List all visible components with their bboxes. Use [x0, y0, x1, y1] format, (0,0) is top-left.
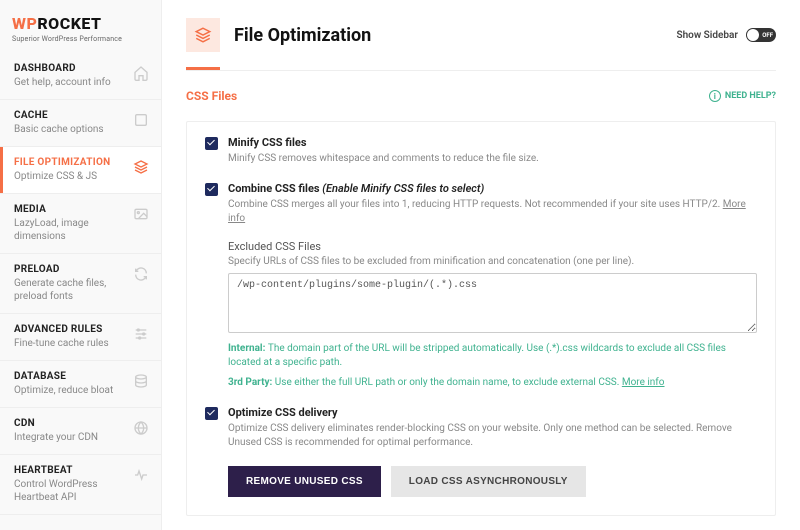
remove-unused-css-button[interactable]: REMOVE UNUSED CSS [228, 466, 381, 497]
nav-cache[interactable]: CACHE Basic cache options [0, 100, 161, 147]
load-css-async-button[interactable]: LOAD CSS ASYNCHRONOUSLY [391, 466, 586, 497]
layers-icon [133, 112, 149, 128]
nav-sub: Basic cache options [14, 123, 127, 136]
third-more-info[interactable]: More info [622, 377, 665, 388]
need-help-label: NEED HELP? [725, 91, 776, 101]
nav-title: DATABASE [14, 371, 127, 382]
nav-sub: Integrate your CDN [14, 431, 127, 444]
nav-title: ADVANCED RULES [14, 324, 127, 335]
combine-title: Combine CSS files (Enable Minify CSS fil… [228, 182, 757, 195]
nav-advanced-rules[interactable]: ADVANCED RULES Fine-tune cache rules [0, 314, 161, 361]
optimize-buttons: REMOVE UNUSED CSS LOAD CSS ASYNCHRONOUSL… [228, 466, 757, 497]
nav-title: PRELOAD [14, 264, 127, 275]
optimize-desc: Optimize CSS delivery eliminates render-… [228, 422, 757, 450]
excluded-note-internal: Internal: The domain part of the URL wil… [228, 342, 757, 370]
nav-sub: Fine-tune cache rules [14, 337, 127, 350]
logo-tagline: Superior WordPress Performance [12, 35, 149, 43]
need-help-link[interactable]: i NEED HELP? [709, 90, 776, 102]
show-sidebar-toggle[interactable]: Show Sidebar OFF [676, 28, 776, 42]
logo-wp: WP [12, 14, 37, 33]
excluded-block: Excluded CSS Files Specify URLs of CSS f… [228, 240, 757, 390]
nav-media[interactable]: MEDIA LazyLoad, image dimensions [0, 194, 161, 254]
optimize-title: Optimize CSS delivery [228, 406, 757, 419]
excluded-label: Excluded CSS Files [228, 240, 757, 253]
nav-database[interactable]: DATABASE Optimize, reduce bloat [0, 361, 161, 408]
page-title: File Optimization [234, 25, 371, 46]
combine-desc: Combine CSS merges all your files into 1… [228, 198, 757, 226]
refresh-icon [133, 266, 149, 282]
options-panel: Minify CSS files Minify CSS removes whit… [186, 121, 776, 516]
excluded-note-third: 3rd Party: Use either the full URL path … [228, 376, 757, 390]
toggle-off-label: OFF [762, 32, 773, 39]
database-icon [133, 373, 149, 389]
show-sidebar-label: Show Sidebar [676, 30, 738, 41]
minify-css-option: Minify CSS files Minify CSS removes whit… [205, 136, 757, 166]
logo-rocket: ROCKET [37, 14, 101, 33]
heartbeat-icon [133, 467, 149, 483]
header-stack-icon [186, 18, 220, 52]
nav-sub: Optimize CSS & JS [14, 170, 127, 183]
optimize-css-option: Optimize CSS delivery Optimize CSS deliv… [205, 406, 757, 497]
nav-sub: Generate cache files, preload fonts [14, 277, 127, 303]
nav-title: DASHBOARD [14, 63, 127, 74]
home-icon [133, 65, 149, 81]
image-icon [133, 206, 149, 222]
nav-preload[interactable]: PRELOAD Generate cache files, preload fon… [0, 254, 161, 314]
excluded-textarea[interactable] [228, 273, 757, 333]
optimize-checkbox[interactable] [205, 407, 218, 420]
nav-title: MEDIA [14, 204, 127, 215]
nav-title: FILE OPTIMIZATION [14, 157, 127, 168]
nav-cdn[interactable]: CDN Integrate your CDN [0, 408, 161, 455]
nav-sub: Control WordPress Heartbeat API [14, 478, 127, 504]
nav-title: CDN [14, 418, 127, 429]
nav-title: CACHE [14, 110, 127, 121]
nav-heartbeat[interactable]: HEARTBEAT Control WordPress Heartbeat API [0, 455, 161, 515]
logo: WPROCKET Superior WordPress Performance [0, 0, 161, 53]
help-icon: i [709, 90, 721, 102]
nav: DASHBOARD Get help, account info CACHE Bas… [0, 53, 161, 515]
combine-css-option: Combine CSS files (Enable Minify CSS fil… [205, 182, 757, 390]
nav-file-optimization[interactable]: FILE OPTIMIZATION Optimize CSS & JS [0, 147, 161, 194]
globe-icon [133, 420, 149, 436]
minify-title: Minify CSS files [228, 136, 757, 149]
sliders-icon [133, 326, 149, 342]
stack-icon [133, 159, 149, 175]
combine-checkbox[interactable] [205, 183, 218, 196]
toggle-switch[interactable]: OFF [746, 28, 776, 42]
nav-sub: LazyLoad, image dimensions [14, 217, 127, 243]
nav-sub: Get help, account info [14, 76, 127, 89]
combine-hint: (Enable Minify CSS files to select) [322, 182, 484, 195]
css-files-section: CSS Files i NEED HELP? Minify CSS files … [186, 70, 776, 516]
nav-title: HEARTBEAT [14, 465, 127, 476]
excluded-desc: Specify URLs of CSS files to be excluded… [228, 256, 757, 267]
main: File Optimization Show Sidebar OFF CSS F… [162, 0, 800, 530]
minify-checkbox[interactable] [205, 137, 218, 150]
sidebar: WPROCKET Superior WordPress Performance … [0, 0, 162, 530]
minify-desc: Minify CSS removes whitespace and commen… [228, 152, 757, 166]
nav-dashboard[interactable]: DASHBOARD Get help, account info [0, 53, 161, 100]
nav-sub: Optimize, reduce bloat [14, 384, 127, 397]
header: File Optimization Show Sidebar OFF [186, 18, 776, 70]
section-title: CSS Files [186, 89, 237, 103]
